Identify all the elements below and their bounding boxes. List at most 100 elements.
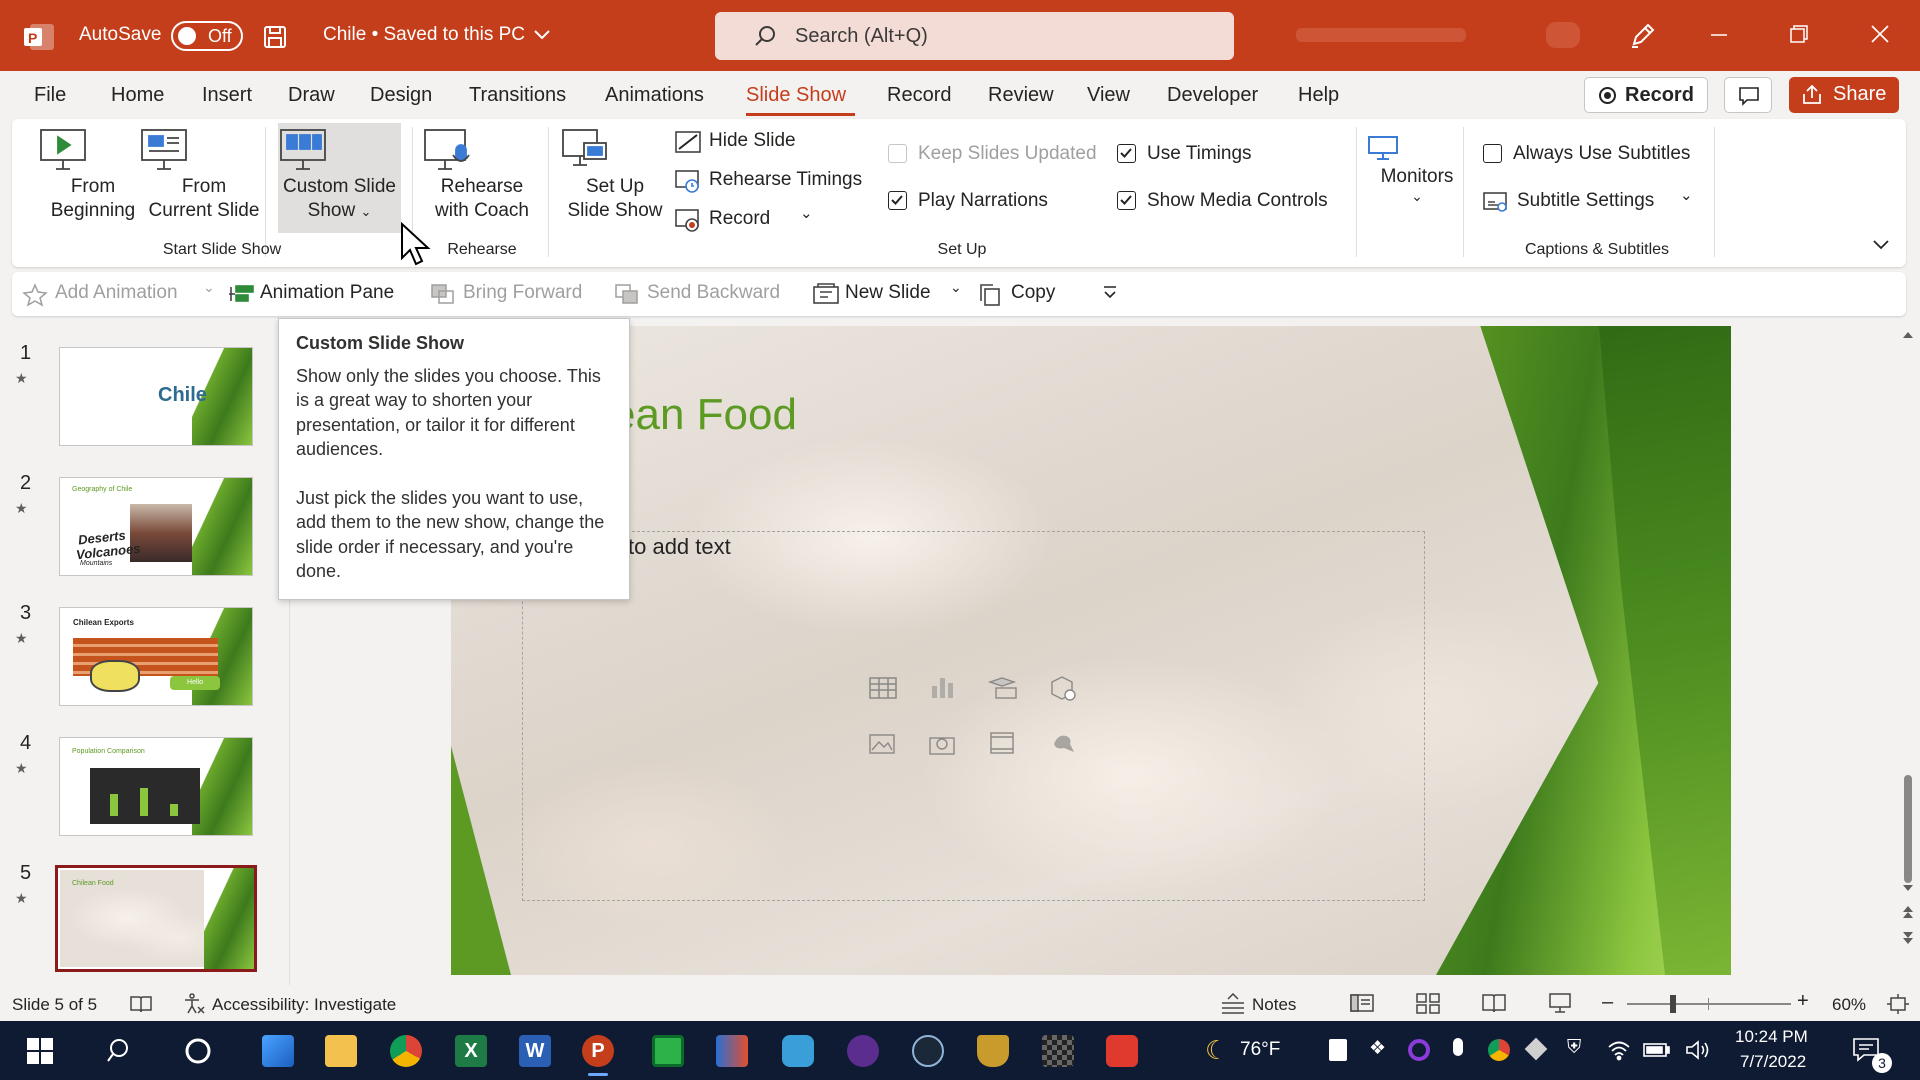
slide-canvas[interactable]: ean Food to add text xyxy=(451,326,1731,975)
slide-thumbnail-2[interactable]: Geography of Chile Deserts Volcanoes Mou… xyxy=(59,477,253,576)
insert-video-icon[interactable] xyxy=(988,730,1018,756)
tab-design[interactable]: Design xyxy=(370,84,432,107)
tab-transitions[interactable]: Transitions xyxy=(469,84,566,107)
camtasia-icon[interactable] xyxy=(652,1035,684,1067)
volume-icon[interactable] xyxy=(1685,1039,1711,1061)
file-explorer-icon[interactable] xyxy=(325,1035,357,1067)
chrome-icon[interactable] xyxy=(390,1035,422,1067)
diamond-tray-icon[interactable] xyxy=(1524,1037,1548,1061)
excel-icon[interactable]: X xyxy=(455,1035,487,1067)
tab-view[interactable]: View xyxy=(1087,84,1130,107)
tab-review[interactable]: Review xyxy=(988,84,1054,107)
steam-icon[interactable] xyxy=(912,1035,944,1067)
autosave-toggle[interactable]: Off xyxy=(171,21,243,51)
notes-icon[interactable] xyxy=(1220,993,1246,1015)
pen-icon[interactable] xyxy=(1628,20,1658,50)
app-tray-icon[interactable] xyxy=(1408,1039,1430,1061)
normal-view-icon[interactable] xyxy=(1349,992,1375,1014)
tab-insert[interactable]: Insert xyxy=(202,84,252,107)
shield-app-icon[interactable] xyxy=(977,1035,1009,1067)
slide-indicator[interactable]: Slide 5 of 5 xyxy=(12,995,97,1015)
phone-link-icon[interactable] xyxy=(782,1035,814,1067)
from-current-slide-button[interactable]: From Current Slide xyxy=(139,127,269,223)
search-box[interactable]: Search (Alt+Q) xyxy=(715,12,1234,60)
insert-stock-image-icon[interactable] xyxy=(928,730,958,756)
tab-animations[interactable]: Animations xyxy=(605,84,704,107)
account-name-blurred[interactable] xyxy=(1296,28,1466,42)
insert-picture-icon[interactable] xyxy=(868,730,898,756)
search-icon[interactable] xyxy=(106,1036,136,1066)
media-app-icon[interactable] xyxy=(716,1035,748,1067)
camtasia-recorder-icon[interactable] xyxy=(1106,1035,1138,1067)
insert-icons-icon[interactable] xyxy=(1048,730,1078,756)
vertical-scrollbar[interactable] xyxy=(1896,320,1920,985)
weather-temperature[interactable]: 76°F xyxy=(1240,1039,1280,1061)
tab-developer[interactable]: Developer xyxy=(1167,84,1258,107)
powerpoint-icon[interactable]: P xyxy=(582,1035,614,1076)
tab-draw[interactable]: Draw xyxy=(288,84,335,107)
tab-slide-show[interactable]: Slide Show xyxy=(746,84,846,107)
chevron-down-icon[interactable] xyxy=(533,28,551,42)
share-button[interactable]: Share xyxy=(1789,77,1899,113)
content-placeholder-text[interactable]: to add text xyxy=(628,534,731,560)
checker-app-icon[interactable] xyxy=(1042,1035,1074,1067)
custom-slide-show-button[interactable]: Custom Slide Show ⌄ xyxy=(278,123,401,233)
set-up-slide-show-button[interactable]: Set Up Slide Show xyxy=(560,127,670,223)
minimize-icon[interactable] xyxy=(1707,22,1731,46)
clock-date[interactable]: 7/7/2022 xyxy=(1740,1052,1806,1072)
desktop-app-icon[interactable] xyxy=(262,1035,294,1067)
slideshow-view-icon[interactable] xyxy=(1547,992,1573,1014)
dropbox-icon[interactable]: ❖ xyxy=(1369,1037,1386,1060)
wifi-icon[interactable] xyxy=(1607,1039,1631,1061)
close-icon[interactable] xyxy=(1868,22,1892,46)
microphone-icon[interactable] xyxy=(1453,1038,1463,1056)
comments-button[interactable] xyxy=(1724,77,1772,113)
tab-file[interactable]: File xyxy=(34,84,66,107)
insert-smartart-icon[interactable] xyxy=(988,676,1018,700)
record-button[interactable]: Record xyxy=(1584,77,1708,113)
zoom-out-button[interactable]: – xyxy=(1602,991,1613,1014)
content-placeholder[interactable] xyxy=(522,531,1425,901)
slide-title[interactable]: ean Food xyxy=(611,390,797,440)
zoom-slider-thumb[interactable] xyxy=(1669,995,1676,1013)
tab-record[interactable]: Record xyxy=(887,84,951,107)
accessibility-status[interactable]: Accessibility: Investigate xyxy=(212,995,396,1015)
windows-start-icon[interactable] xyxy=(26,1037,54,1065)
cortana-icon[interactable] xyxy=(183,1036,213,1066)
document-title[interactable]: Chile • Saved to this PC xyxy=(323,24,525,46)
battery-icon[interactable] xyxy=(1643,1041,1671,1059)
slide-thumbnail-4[interactable]: Population Comparison xyxy=(59,737,253,836)
accessibility-icon[interactable] xyxy=(182,993,206,1015)
spell-check-book-icon[interactable] xyxy=(129,994,153,1014)
slide-thumbnail-1[interactable]: Chile xyxy=(59,347,253,446)
tab-home[interactable]: Home xyxy=(111,84,164,107)
word-icon[interactable]: W xyxy=(519,1035,551,1067)
clock-time[interactable]: 10:24 PM xyxy=(1735,1027,1808,1047)
notepad-icon[interactable] xyxy=(1329,1039,1347,1061)
chrome-tray-icon[interactable] xyxy=(1488,1039,1510,1061)
save-icon[interactable] xyxy=(262,24,288,50)
restore-icon[interactable] xyxy=(1787,22,1811,46)
security-shield-icon[interactable]: ⛨ xyxy=(1567,1037,1581,1059)
insert-chart-icon[interactable] xyxy=(928,674,958,700)
notes-button[interactable]: Notes xyxy=(1252,995,1296,1015)
collapse-ribbon-icon[interactable] xyxy=(1872,237,1890,256)
reading-view-icon[interactable] xyxy=(1481,992,1507,1014)
slide-thumbnail-3[interactable]: Chilean Exports Hello xyxy=(59,607,253,706)
rehearse-with-coach-button[interactable]: Rehearse with Coach xyxy=(422,127,542,223)
from-beginning-button[interactable]: From Beginning xyxy=(38,127,148,223)
tab-help[interactable]: Help xyxy=(1298,84,1339,107)
zoom-in-button[interactable]: + xyxy=(1797,990,1809,1013)
app-icon[interactable] xyxy=(847,1035,879,1067)
zoom-slider[interactable] xyxy=(1627,995,1791,1013)
insert-3d-model-icon[interactable] xyxy=(1048,674,1078,702)
zoom-level[interactable]: 60% xyxy=(1832,995,1866,1015)
fit-to-window-icon[interactable] xyxy=(1886,993,1910,1015)
moon-weather-icon[interactable]: ☾ xyxy=(1205,1035,1228,1066)
avatar[interactable] xyxy=(1546,22,1580,48)
customize-toolbar-icon[interactable] xyxy=(1101,284,1119,308)
monitors-button[interactable]: Monitors ⌄ xyxy=(1367,135,1467,203)
slide-thumbnail-5[interactable]: Chilean Food xyxy=(55,865,257,972)
insert-table-icon[interactable] xyxy=(868,676,898,700)
slide-sorter-icon[interactable] xyxy=(1415,992,1441,1014)
